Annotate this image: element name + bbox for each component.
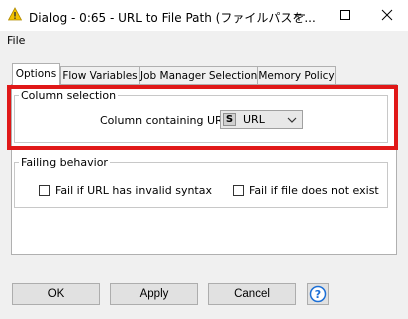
chevron-down-icon xyxy=(287,117,297,123)
help-button[interactable]: ? xyxy=(307,283,329,305)
tab-memory-policy[interactable]: Memory Policy xyxy=(257,66,336,85)
invalid-syntax-checkbox[interactable] xyxy=(39,185,50,196)
svg-text:?: ? xyxy=(315,288,321,301)
failing-behavior-legend: Failing behavior xyxy=(21,156,108,169)
string-type-icon: S xyxy=(223,113,236,126)
file-not-exist-checkbox[interactable] xyxy=(233,185,244,196)
title-bar: Dialog - 0:65 - URL to File Path (ファイルパス… xyxy=(0,0,408,31)
file-not-exist-label: Fail if file does not exist xyxy=(249,184,379,197)
selected-column-value: URL xyxy=(243,113,265,126)
window-title: Dialog - 0:65 - URL to File Path (ファイルパス… xyxy=(29,11,316,25)
cancel-button[interactable]: Cancel xyxy=(208,283,296,305)
column-containing-urls-label: Column containing URLs xyxy=(100,114,235,127)
menu-bar: File xyxy=(0,31,408,51)
menu-file[interactable]: File xyxy=(7,34,25,47)
column-selection-legend: Column selection xyxy=(21,89,117,102)
apply-button[interactable]: Apply xyxy=(110,283,198,305)
ok-button[interactable]: OK xyxy=(12,283,100,305)
tab-job-manager-selection[interactable]: Job Manager Selection xyxy=(139,66,258,85)
tab-flow-variables[interactable]: Flow Variables xyxy=(60,66,140,85)
failing-behavior-group: Failing behavior xyxy=(14,156,388,208)
invalid-syntax-label: Fail if URL has invalid syntax xyxy=(55,184,212,197)
close-icon[interactable] xyxy=(376,4,398,26)
maximize-icon[interactable] xyxy=(334,4,356,26)
url-column-dropdown[interactable]: S URL xyxy=(220,110,303,129)
warning-triangle-icon xyxy=(8,7,22,21)
help-icon: ? xyxy=(309,285,327,303)
minimize-icon[interactable] xyxy=(289,4,311,26)
tab-options[interactable]: Options xyxy=(12,63,60,86)
